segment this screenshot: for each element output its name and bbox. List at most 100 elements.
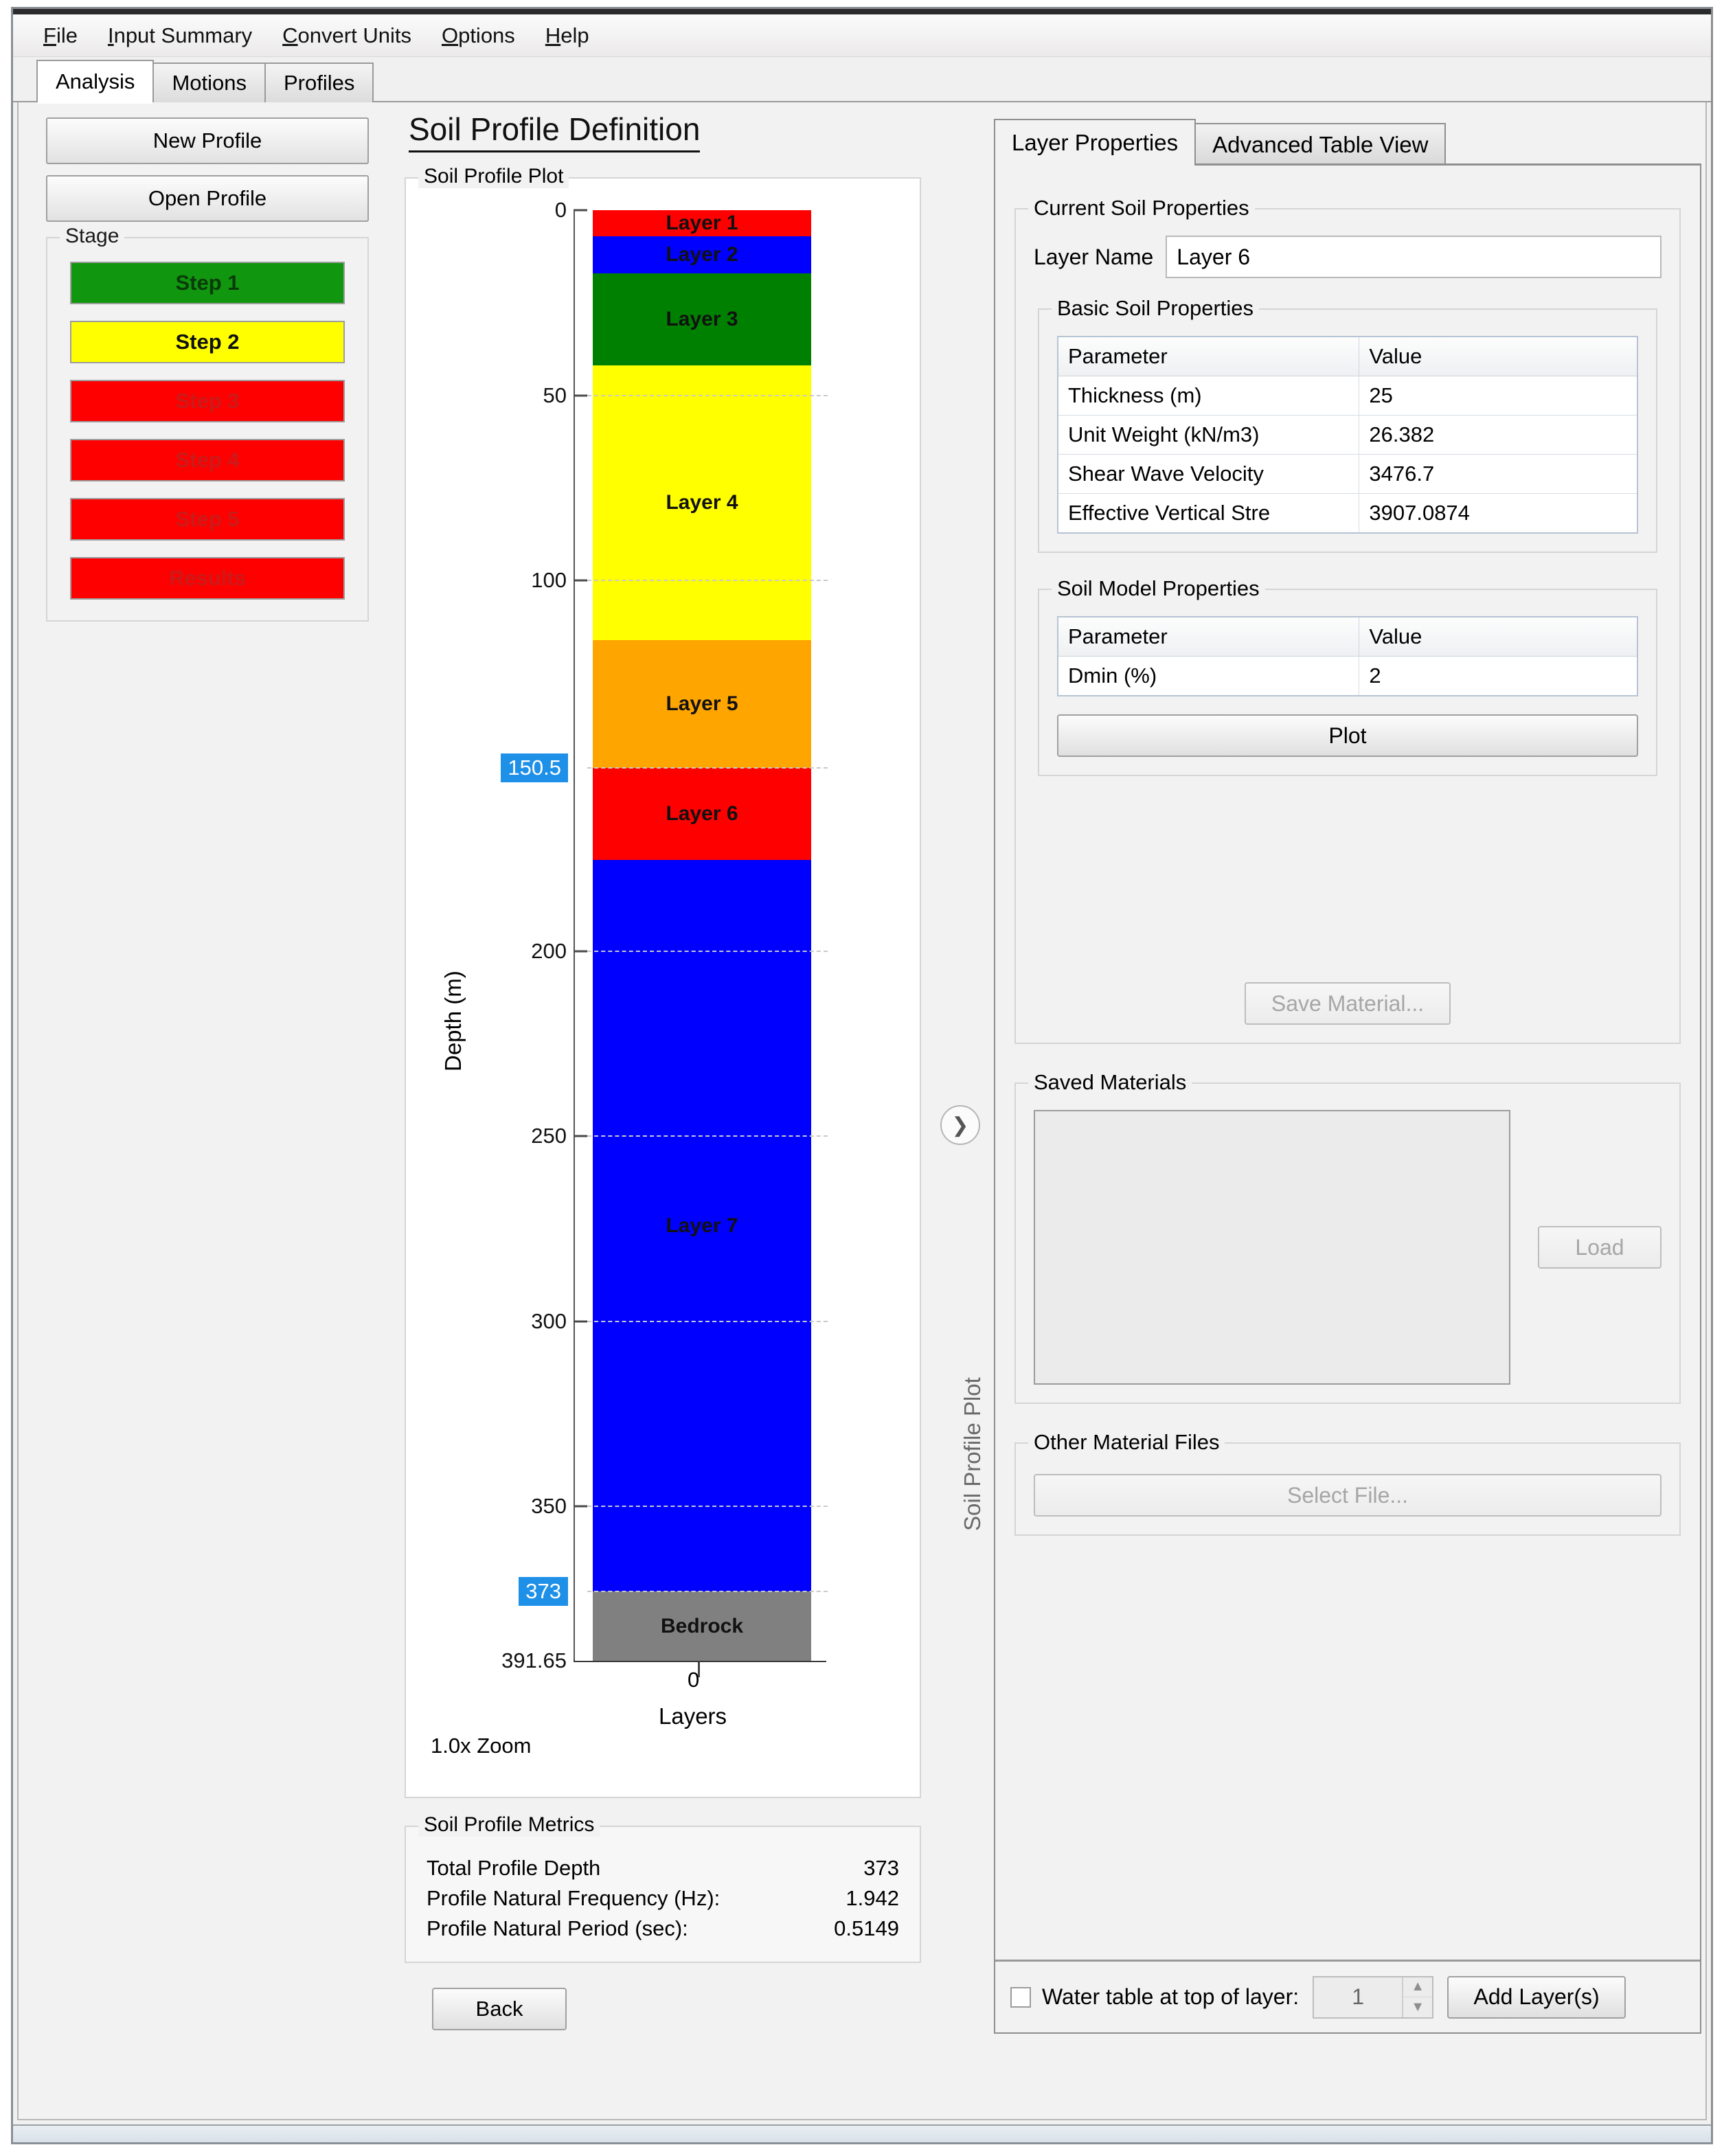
content-area: New Profile Open Profile Stage Step 1 St… <box>17 102 1707 2120</box>
application-window: File Input Summary Convert Units Options… <box>11 7 1713 2144</box>
menu-item-help[interactable]: Help <box>530 21 604 51</box>
open-profile-button[interactable]: Open Profile <box>46 175 369 222</box>
cell-value[interactable]: 3476.7 <box>1359 454 1638 494</box>
stage-step-2-button[interactable]: Step 2 <box>70 321 345 363</box>
load-button-label: Load <box>1575 1234 1624 1260</box>
layer-count-spinner[interactable]: 1 ▲ ▼ <box>1313 1975 1434 2019</box>
column-header-parameter: Parameter <box>1057 616 1360 657</box>
profile-layer-band[interactable]: Layer 4 <box>593 365 811 640</box>
table-header-row: Parameter Value <box>1057 616 1638 657</box>
metric-row: Profile Natural Frequency (Hz): 1.942 <box>427 1883 899 1914</box>
basic-soil-properties-group: Basic Soil Properties Parameter Value Th… <box>1038 296 1657 553</box>
tab-motions-label: Motions <box>172 71 247 95</box>
current-soil-properties-group: Current Soil Properties Layer Name Layer… <box>1014 196 1681 1044</box>
menu-item-options[interactable]: Options <box>427 21 530 51</box>
plot-button-label: Plot <box>1328 723 1367 748</box>
saved-materials-group: Saved Materials Load <box>1014 1070 1681 1404</box>
profile-layer-label: Layer 3 <box>666 308 738 331</box>
profile-layer-label: Bedrock <box>660 1614 744 1637</box>
load-material-button[interactable]: Load <box>1538 1226 1661 1269</box>
plot-gridline <box>587 1591 828 1593</box>
back-button[interactable]: Back <box>432 1988 567 2030</box>
soil-model-properties-title: Soil Model Properties <box>1052 576 1265 601</box>
column-header-parameter: Parameter <box>1057 336 1360 376</box>
new-profile-button[interactable]: New Profile <box>46 117 369 164</box>
spinner-down-icon[interactable]: ▼ <box>1403 1997 1432 2017</box>
status-bar <box>13 2124 1711 2142</box>
saved-materials-listbox[interactable] <box>1034 1110 1510 1385</box>
stage-step-4-button[interactable]: Step 4 <box>70 439 345 481</box>
profile-layer-band[interactable]: Bedrock <box>593 1591 811 1661</box>
tab-advanced-table-view[interactable]: Advanced Table View <box>1194 123 1447 166</box>
plot-y-tick-mark <box>574 1135 587 1137</box>
table-row[interactable]: Effective Vertical Stre 3907.0874 <box>1057 493 1638 534</box>
panel-splitter: ❯ Soil Profile Plot <box>936 274 985 1531</box>
profile-layer-band[interactable]: Layer 1 <box>593 210 811 236</box>
soil-model-properties-group: Soil Model Properties Parameter Value Dm… <box>1038 576 1657 776</box>
menu-bar: File Input Summary Convert Units Options… <box>13 14 1711 57</box>
new-profile-label: New Profile <box>152 128 262 152</box>
tab-layer-properties[interactable]: Layer Properties <box>994 119 1196 168</box>
profile-layer-band[interactable]: Layer 3 <box>593 273 811 366</box>
basic-soil-properties-table[interactable]: Parameter Value Thickness (m) 25 Unit We… <box>1057 336 1638 534</box>
chevron-right-icon[interactable]: ❯ <box>940 1105 980 1145</box>
plot-y-tick-label: 0 <box>554 198 567 222</box>
plot-y-tick-mark <box>574 394 587 397</box>
plot-y-tick-label: 300 <box>531 1308 567 1333</box>
saved-materials-title: Saved Materials <box>1028 1070 1192 1095</box>
add-layers-button[interactable]: Add Layer(s) <box>1447 1975 1626 2019</box>
soil-profile-metrics-group: Soil Profile Metrics Total Profile Depth… <box>405 1813 921 1963</box>
tab-motions[interactable]: Motions <box>152 63 266 102</box>
plot-y-tick-label: 100 <box>531 568 567 593</box>
soil-profile-metrics-title: Soil Profile Metrics <box>418 1813 600 1837</box>
stage-step-5-button[interactable]: Step 5 <box>70 498 345 541</box>
table-row[interactable]: Thickness (m) 25 <box>1057 376 1638 416</box>
menu-item-file[interactable]: File <box>28 21 93 51</box>
stage-step-1-button[interactable]: Step 1 <box>70 262 345 304</box>
soil-model-properties-table[interactable]: Parameter Value Dmin (%) 2 <box>1057 616 1638 696</box>
cell-value[interactable]: 25 <box>1359 376 1638 416</box>
water-table-checkbox[interactable] <box>1010 1986 1031 2008</box>
cell-value[interactable]: 26.382 <box>1359 415 1638 455</box>
stage-group: Stage Step 1 Step 2 Step 3 Step 4 Step 5 <box>46 225 369 622</box>
profile-layer-band[interactable]: Layer 2 <box>593 236 811 273</box>
stage-results-button[interactable]: Results <box>70 557 345 600</box>
layer-name-input[interactable]: Layer 6 <box>1166 236 1661 278</box>
profile-layer-label: Layer 4 <box>666 491 738 514</box>
window-title-strip <box>13 9 1711 14</box>
profile-layer-band[interactable]: Layer 5 <box>593 639 811 768</box>
tab-layer-properties-label: Layer Properties <box>1012 130 1179 155</box>
profile-layer-band[interactable]: Layer 6 <box>593 767 811 861</box>
plot-gridline <box>587 1320 828 1322</box>
table-row[interactable]: Dmin (%) 2 <box>1057 656 1638 696</box>
tab-profiles[interactable]: Profiles <box>264 63 374 102</box>
profile-layer-label: Layer 7 <box>666 1214 738 1237</box>
plot-button[interactable]: Plot <box>1057 714 1638 757</box>
cell-value[interactable]: 3907.0874 <box>1359 493 1638 534</box>
plot-y-tick-label: 50 <box>543 383 567 407</box>
tab-analysis[interactable]: Analysis <box>36 60 155 104</box>
plot-y-tick-label: 250 <box>531 1124 567 1148</box>
spinner-arrows[interactable]: ▲ ▼ <box>1402 1977 1433 2017</box>
table-row[interactable]: Shear Wave Velocity 3476.7 <box>1057 454 1638 494</box>
layer-name-row: Layer Name Layer 6 <box>1034 236 1661 278</box>
profile-layer-band[interactable]: Layer 7 <box>593 860 811 1592</box>
plot-y-tick-mark <box>574 1320 587 1323</box>
cell-value[interactable]: 2 <box>1359 656 1638 696</box>
table-row[interactable]: Unit Weight (kN/m3) 26.382 <box>1057 415 1638 455</box>
layer-actions-bar: Water table at top of layer: 1 ▲ ▼ Add L… <box>995 1960 1700 2032</box>
tab-analysis-label: Analysis <box>56 69 135 93</box>
right-column: Layer Properties Advanced Table View Cur… <box>994 117 1701 2108</box>
save-material-button[interactable]: Save Material... <box>1245 982 1451 1025</box>
layer-count-value: 1 <box>1352 1984 1364 2009</box>
spinner-up-icon[interactable]: ▲ <box>1403 1977 1433 1997</box>
cell-parameter: Dmin (%) <box>1057 656 1360 696</box>
menu-item-convert-units[interactable]: Convert Units <box>267 21 427 51</box>
select-file-button[interactable]: Select File... <box>1034 1474 1661 1517</box>
menu-item-input-summary[interactable]: Input Summary <box>93 21 267 51</box>
profile-layer-label: Layer 6 <box>666 802 738 825</box>
plot-x-tick-label: 0 <box>688 1668 700 1692</box>
stage-step-3-button[interactable]: Step 3 <box>70 380 345 422</box>
plot-y-tick-mark <box>574 950 587 952</box>
plot-gridline <box>587 767 828 769</box>
